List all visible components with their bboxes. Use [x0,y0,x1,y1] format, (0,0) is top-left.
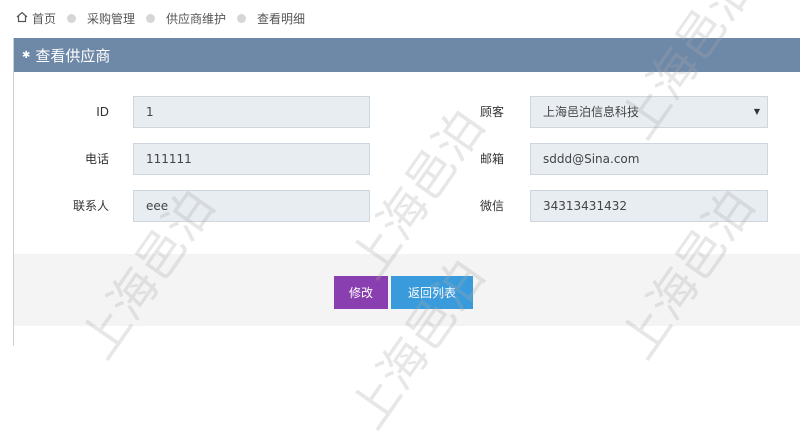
breadcrumb-supplier-label: 供应商维护 [166,11,227,26]
contact-field[interactable]: eee [133,190,370,222]
supplier-panel: ✱ 查看供应商 ID 1 顾客 上海邑泊信息科技 ▼ 电话 111111 邮箱 … [13,38,800,346]
breadcrumb-separator [237,13,247,23]
email-field[interactable]: sddd@Sina.com [530,143,768,175]
customer-select-value: 上海邑泊信息科技 [543,105,640,119]
email-label: 邮箱 [479,152,504,166]
breadcrumb-current: 查看明细 [257,10,305,27]
id-field[interactable]: 1 [133,96,370,128]
breadcrumb-current-label: 查看明细 [257,11,306,26]
edit-button[interactable]: 修改 [334,276,388,309]
breadcrumb-home[interactable]: 首页 [16,10,56,27]
breadcrumb: 首页 采购管理 供应商维护 查看明细 [16,0,305,36]
wechat-label: 微信 [479,199,504,213]
phone-field[interactable]: 111111 [133,143,370,175]
gear-icon: ✱ [22,49,31,61]
home-icon [16,11,28,26]
id-label: ID [96,105,109,119]
customer-label: 顾客 [479,105,504,119]
phone-label: 电话 [84,152,109,166]
breadcrumb-supplier[interactable]: 供应商维护 [166,10,226,27]
panel-header: ✱ 查看供应商 [14,38,800,72]
breadcrumb-purchase[interactable]: 采购管理 [87,10,135,27]
breadcrumb-purchase-label: 采购管理 [87,11,136,26]
chevron-down-icon: ▼ [753,107,760,116]
wechat-field[interactable]: 34313431432 [530,190,768,222]
breadcrumb-home-label: 首页 [32,11,57,26]
breadcrumb-separator [146,13,156,23]
customer-select[interactable]: 上海邑泊信息科技 ▼ [530,96,768,128]
back-to-list-button[interactable]: 返回列表 [391,276,473,309]
breadcrumb-separator [67,13,77,23]
form-actions: 修改 返回列表 [14,254,800,326]
contact-label: 联系人 [72,199,109,213]
panel-title: 查看供应商 [35,46,111,65]
